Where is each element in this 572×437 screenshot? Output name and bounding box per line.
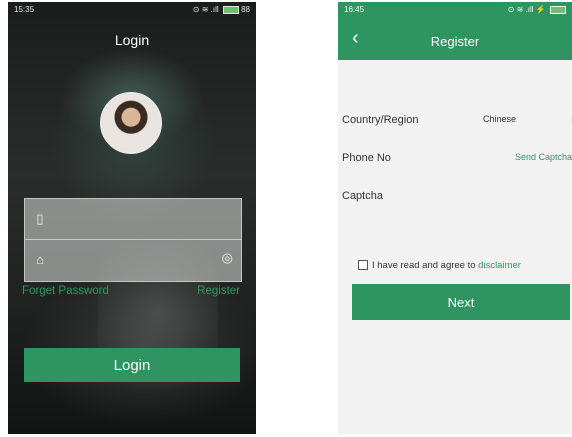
agreement-row: I have read and agree to disclaimer xyxy=(358,260,521,271)
phone-label: Phone No xyxy=(342,152,391,164)
country-row[interactable]: Country/Region Chinese › xyxy=(338,106,572,136)
captcha-label: Captcha xyxy=(342,190,383,202)
battery-icon xyxy=(550,5,566,14)
login-form: ▯ ⌂ ◎ xyxy=(24,198,242,282)
phone-row: Phone No Send Captcha xyxy=(338,144,572,174)
eye-icon[interactable]: ◎ xyxy=(222,250,233,266)
next-button[interactable]: Next xyxy=(352,284,570,320)
signal-icons: ⊙ ≋ .ıll xyxy=(192,5,219,14)
username-input[interactable] xyxy=(55,207,211,233)
username-row: ▯ xyxy=(25,199,241,240)
status-time: 15:35 xyxy=(14,5,35,14)
send-captcha-button[interactable]: Send Captcha xyxy=(515,152,572,162)
login-screen: 15:35 ⊙ ≋ .ıll 88 Login ▯ ⌂ ◎ Forget Pas… xyxy=(8,2,256,434)
register-link[interactable]: Register xyxy=(197,285,240,297)
avatar xyxy=(100,92,162,154)
password-input[interactable] xyxy=(55,248,211,274)
status-icons: ⊙ ≋ .ıll 88 xyxy=(193,2,250,18)
country-label: Country/Region xyxy=(342,114,419,126)
agree-checkbox[interactable] xyxy=(358,260,368,271)
captcha-input[interactable] xyxy=(418,186,512,210)
disclaimer-link[interactable]: disclaimer xyxy=(478,260,521,271)
status-icons: ⊙ ≋ .ıll ⚡ xyxy=(508,2,566,18)
country-value: Chinese xyxy=(483,114,517,124)
lock-icon: ⌂ xyxy=(36,252,44,267)
captcha-row: Captcha xyxy=(338,182,572,212)
forgot-password-link[interactable]: Forget Password xyxy=(22,285,109,297)
signal-icons: ⊙ ≋ .ıll ⚡ xyxy=(507,5,546,14)
battery-level: 88 xyxy=(241,5,250,14)
status-bar: 16:45 ⊙ ≋ .ıll ⚡ xyxy=(338,2,572,18)
battery-icon xyxy=(222,5,239,14)
password-row: ⌂ ◎ xyxy=(25,240,241,280)
header-bar: ‹ Register xyxy=(338,18,572,60)
user-icon: ▯ xyxy=(36,211,44,226)
register-screen: 16:45 ⊙ ≋ .ıll ⚡ ‹ Register Country/Regi… xyxy=(338,2,572,434)
login-button[interactable]: Login xyxy=(24,348,240,382)
page-title: Register xyxy=(430,34,480,49)
page-title: Login xyxy=(114,32,150,48)
status-bar: 15:35 ⊙ ≋ .ıll 88 xyxy=(8,2,256,18)
status-time: 16:45 xyxy=(344,5,365,14)
agree-text: I have read and agree to xyxy=(372,260,476,271)
phone-input[interactable] xyxy=(418,148,512,172)
